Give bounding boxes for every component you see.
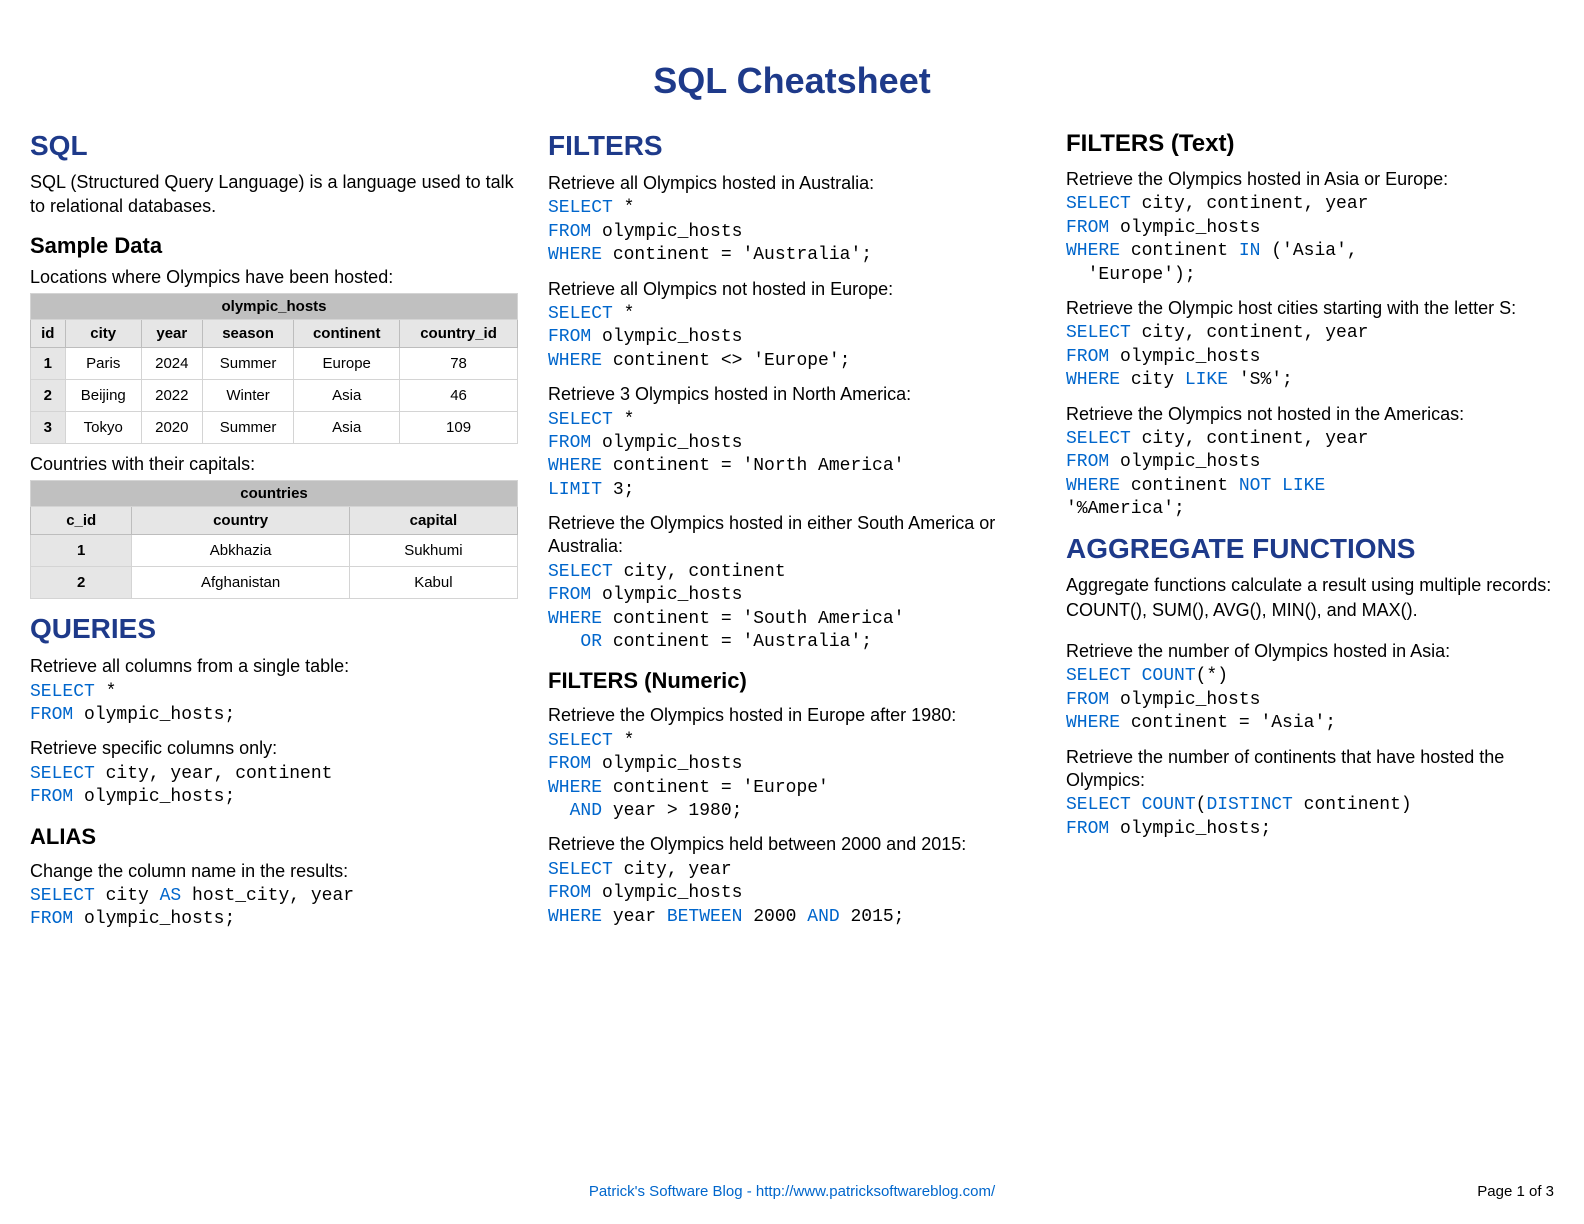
query-desc: Retrieve the number of Olympics hosted i… [1066, 640, 1554, 663]
code-block: SELECT city AS host_city, year FROM olym… [30, 885, 518, 932]
sql-heading: SQL [30, 130, 518, 162]
query-block: Retrieve all Olympics hosted in Australi… [548, 172, 1036, 268]
query-block: Retrieve the Olympics not hosted in the … [1066, 403, 1554, 522]
query-desc: Retrieve specific columns only: [30, 737, 518, 760]
table-row: 3 Tokyo 2020 Summer Asia 109 [31, 411, 518, 443]
column-3: FILTERS (Text) Retrieve the Olympics hos… [1066, 130, 1554, 938]
aggregate-heading: AGGREGATE FUNCTIONS [1066, 533, 1554, 565]
query-block: Retrieve the number of continents that h… [1066, 746, 1554, 842]
query-desc: Change the column name in the results: [30, 860, 518, 883]
query-block: Retrieve all Olympics not hosted in Euro… [548, 278, 1036, 374]
table-header: city [65, 319, 141, 347]
code-block: SELECT city, continent, year FROM olympi… [1066, 428, 1554, 522]
table-header: id [31, 319, 66, 347]
code-block: SELECT * FROM olympic_hosts WHERE contin… [548, 303, 1036, 373]
column-1: SQL SQL (Structured Query Language) is a… [30, 130, 518, 938]
table-header: c_id [31, 507, 132, 535]
table-header: season [202, 319, 294, 347]
query-block: Retrieve 3 Olympics hosted in North Amer… [548, 383, 1036, 502]
aggregate-intro: Aggregate functions calculate a result u… [1066, 573, 1554, 622]
queries-heading: QUERIES [30, 613, 518, 645]
code-block: SELECT city, continent, year FROM olympi… [1066, 193, 1554, 287]
code-block: SELECT city, continent, year FROM olympi… [1066, 322, 1554, 392]
query-desc: Retrieve the Olympics hosted in Europe a… [548, 704, 1036, 727]
footer-link[interactable]: Patrick's Software Blog - http://www.pat… [30, 1183, 1554, 1200]
query-block: Retrieve specific columns only: SELECT c… [30, 737, 518, 809]
query-block: Retrieve all columns from a single table… [30, 655, 518, 727]
table2-name: countries [31, 481, 518, 507]
query-desc: Retrieve all columns from a single table… [30, 655, 518, 678]
olympic-hosts-table: olympic_hosts id city year season contin… [30, 293, 518, 444]
query-block: Retrieve the Olympics hosted in Asia or … [1066, 168, 1554, 287]
code-block: SELECT * FROM olympic_hosts WHERE contin… [548, 409, 1036, 503]
query-desc: Retrieve the Olympic host cities startin… [1066, 297, 1554, 320]
query-block: Retrieve the Olympics hosted in either S… [548, 512, 1036, 654]
code-block: SELECT * FROM olympic_hosts WHERE contin… [548, 197, 1036, 267]
page-title: SQL Cheatsheet [30, 60, 1554, 102]
table-row: 2 Afghanistan Kabul [31, 567, 518, 599]
query-desc: Retrieve all Olympics hosted in Australi… [548, 172, 1036, 195]
query-desc: Retrieve the Olympics not hosted in the … [1066, 403, 1554, 426]
code-block: SELECT COUNT(DISTINCT continent) FROM ol… [1066, 794, 1554, 841]
code-block: SELECT COUNT(*) FROM olympic_hosts WHERE… [1066, 665, 1554, 735]
filters-numeric-heading: FILTERS (Numeric) [548, 668, 1036, 694]
table1-caption: Locations where Olympics have been hoste… [30, 265, 518, 289]
query-desc: Retrieve the Olympics hosted in Asia or … [1066, 168, 1554, 191]
sql-intro-text: SQL (Structured Query Language) is a lan… [30, 170, 518, 219]
filters-text-heading: FILTERS (Text) [1066, 130, 1554, 158]
alias-heading: ALIAS [30, 824, 518, 850]
table-header: capital [349, 507, 517, 535]
countries-table: countries c_id country capital 1 Abkhazi… [30, 480, 518, 599]
table-header: country_id [400, 319, 518, 347]
table-row: 1 Abkhazia Sukhumi [31, 535, 518, 567]
table-header: year [141, 319, 202, 347]
query-desc: Retrieve the number of continents that h… [1066, 746, 1554, 793]
page-number: Page 1 of 3 [1477, 1183, 1554, 1200]
table-header: continent [294, 319, 400, 347]
query-block: Retrieve the Olympics held between 2000 … [548, 833, 1036, 929]
content-columns: SQL SQL (Structured Query Language) is a… [30, 130, 1554, 938]
page-footer: Patrick's Software Blog - http://www.pat… [30, 1183, 1554, 1200]
table-header: country [132, 507, 349, 535]
code-block: SELECT city, continent FROM olympic_host… [548, 561, 1036, 655]
query-desc: Retrieve 3 Olympics hosted in North Amer… [548, 383, 1036, 406]
table1-name: olympic_hosts [31, 293, 518, 319]
query-desc: Retrieve all Olympics not hosted in Euro… [548, 278, 1036, 301]
query-block: Change the column name in the results: S… [30, 860, 518, 932]
filters-heading: FILTERS [548, 130, 1036, 162]
code-block: SELECT city, year FROM olympic_hosts WHE… [548, 859, 1036, 929]
query-desc: Retrieve the Olympics held between 2000 … [548, 833, 1036, 856]
code-block: SELECT * FROM olympic_hosts WHERE contin… [548, 730, 1036, 824]
table-row: 2 Beijing 2022 Winter Asia 46 [31, 379, 518, 411]
query-desc: Retrieve the Olympics hosted in either S… [548, 512, 1036, 559]
column-2: FILTERS Retrieve all Olympics hosted in … [548, 130, 1036, 938]
query-block: Retrieve the Olympics hosted in Europe a… [548, 704, 1036, 823]
sample-data-heading: Sample Data [30, 233, 518, 259]
query-block: Retrieve the Olympic host cities startin… [1066, 297, 1554, 393]
query-block: Retrieve the number of Olympics hosted i… [1066, 640, 1554, 736]
table2-caption: Countries with their capitals: [30, 452, 518, 476]
table-row: 1 Paris 2024 Summer Europe 78 [31, 347, 518, 379]
code-block: SELECT city, year, continent FROM olympi… [30, 763, 518, 810]
code-block: SELECT * FROM olympic_hosts; [30, 681, 518, 728]
